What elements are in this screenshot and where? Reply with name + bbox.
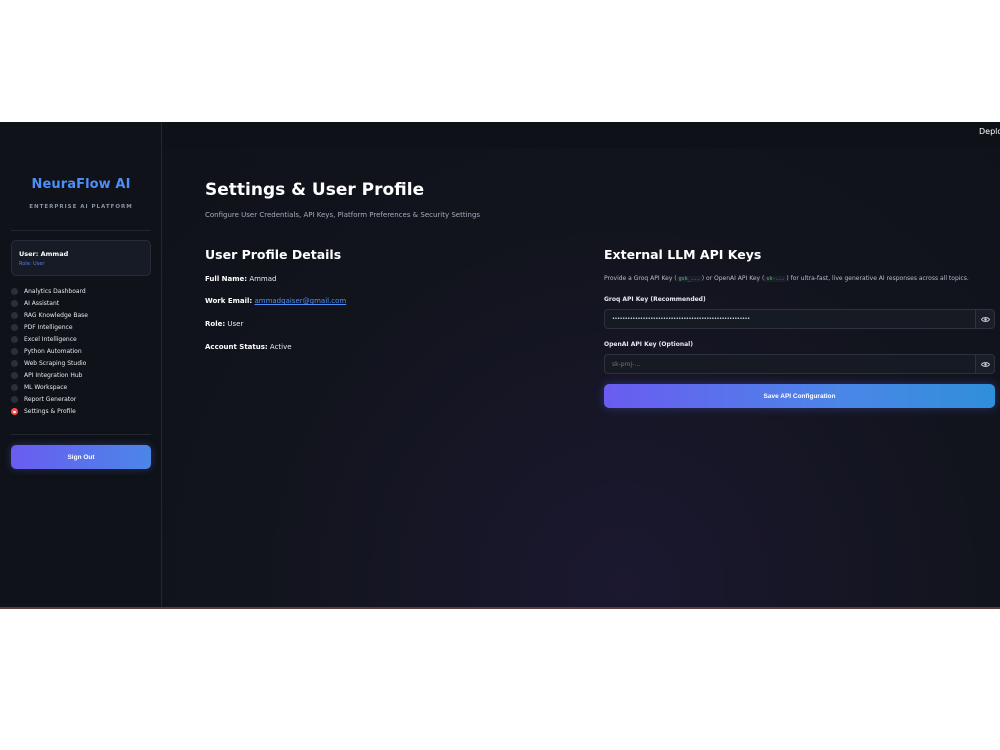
eye-icon[interactable] (976, 354, 995, 374)
radio-icon (11, 323, 18, 331)
status-label: Account Status: (205, 343, 268, 351)
divider (11, 230, 151, 231)
radio-icon (11, 396, 18, 404)
nav-label: Report Generator (24, 396, 77, 404)
openai-key-label: OpenAI API Key (Optional) (604, 341, 693, 348)
radio-icon (11, 348, 18, 356)
sign-out-button[interactable]: Sign Out (11, 445, 151, 469)
nav-item-api-integration-hub[interactable]: API Integration Hub (11, 370, 156, 382)
radio-icon (11, 311, 18, 319)
user-role: Role: User (19, 261, 45, 267)
full-name-value: Ammad (249, 275, 277, 283)
radio-icon (11, 335, 18, 343)
nav-item-analytics-dashboard[interactable]: Analytics Dashboard (11, 285, 156, 297)
nav-item-pdf-intelligence[interactable]: PDF Intelligence (11, 321, 156, 333)
nav-label: Excel Intelligence (24, 335, 77, 343)
radio-icon (11, 372, 18, 380)
nav-item-rag-knowledge-base[interactable]: RAG Knowledge Base (11, 309, 156, 321)
status-value: Active (269, 343, 292, 351)
role-label: Role: (205, 320, 226, 328)
app-window: NeuraFlow AI ENTERPRISE AI PLATFORM User… (0, 122, 1000, 609)
nav-label: Python Automation (24, 348, 82, 356)
nav-label: Analytics Dashboard (24, 287, 86, 295)
sidebar-nav: Analytics Dashboard AI Assistant RAG Kno… (11, 285, 156, 418)
api-desc-part: ) for ultra-fast, live generative AI res… (786, 275, 969, 282)
main-content: Deploy Settings & User Profile Configure… (162, 122, 1000, 609)
radio-icon (11, 287, 18, 295)
divider (11, 434, 151, 435)
groq-key-label: Groq API Key (Recommended) (604, 296, 706, 303)
nav-item-excel-intelligence[interactable]: Excel Intelligence (11, 333, 156, 345)
brand-subtitle: ENTERPRISE AI PLATFORM (29, 204, 133, 210)
top-bar: Deploy (162, 122, 1000, 148)
user-card: User: Ammad Role: User (11, 240, 151, 276)
radio-icon (11, 384, 18, 392)
groq-key-input-group (604, 309, 995, 329)
email-link[interactable]: ammadqaiser@gmail.com (254, 297, 346, 305)
api-section-title: External LLM API Keys (604, 247, 762, 262)
nav-item-settings-profile[interactable]: Settings & Profile (11, 406, 156, 418)
nav-label: Web Scraping Studio (24, 360, 87, 368)
groq-key-input[interactable] (604, 309, 976, 329)
openai-prefix-code: sk-... (764, 276, 787, 282)
status-field: Account Status: Active (205, 343, 292, 351)
nav-item-ml-workspace[interactable]: ML Workspace (11, 382, 156, 394)
groq-prefix-code: gsk_... (676, 276, 702, 282)
nav-item-ai-assistant[interactable]: AI Assistant (11, 297, 156, 309)
user-name: User: Ammad (19, 250, 69, 258)
nav-item-python-automation[interactable]: Python Automation (11, 345, 156, 357)
deploy-button[interactable]: Deploy (979, 127, 1000, 136)
nav-label: AI Assistant (24, 299, 60, 307)
save-api-configuration-button[interactable]: Save API Configuration (604, 384, 995, 408)
nav-label: RAG Knowledge Base (24, 311, 88, 319)
window-bottom-border (0, 607, 1000, 609)
api-desc-part: ) or OpenAI API Key ( (701, 275, 765, 282)
full-name-label: Full Name: (205, 275, 248, 283)
email-label: Work Email: (205, 297, 253, 305)
openai-key-input-group (604, 354, 995, 374)
radio-icon (11, 299, 18, 307)
radio-icon (11, 360, 18, 368)
full-name-field: Full Name: Ammad (205, 275, 276, 283)
nav-label: API Integration Hub (24, 372, 83, 380)
nav-label: Settings & Profile (24, 408, 76, 416)
role-field: Role: User (205, 320, 243, 328)
radio-selected-icon (11, 408, 18, 416)
sidebar: NeuraFlow AI ENTERPRISE AI PLATFORM User… (0, 122, 162, 609)
nav-item-web-scraping-studio[interactable]: Web Scraping Studio (11, 358, 156, 370)
nav-label: ML Workspace (24, 384, 68, 392)
brand-title: NeuraFlow AI (31, 177, 131, 192)
openai-key-input[interactable] (604, 354, 976, 374)
page-title: Settings & User Profile (205, 180, 425, 200)
page-subtitle: Configure User Credentials, API Keys, Pl… (205, 211, 481, 219)
role-value: User (227, 320, 244, 328)
nav-label: PDF Intelligence (24, 323, 73, 331)
nav-item-report-generator[interactable]: Report Generator (11, 394, 156, 406)
eye-icon[interactable] (976, 309, 995, 329)
api-description: Provide a Groq API Key (gsk_...) or Open… (604, 275, 969, 282)
profile-section-title: User Profile Details (205, 247, 342, 262)
email-field: Work Email: ammadqaiser@gmail.com (205, 297, 346, 305)
api-desc-part: Provide a Groq API Key ( (604, 275, 677, 282)
